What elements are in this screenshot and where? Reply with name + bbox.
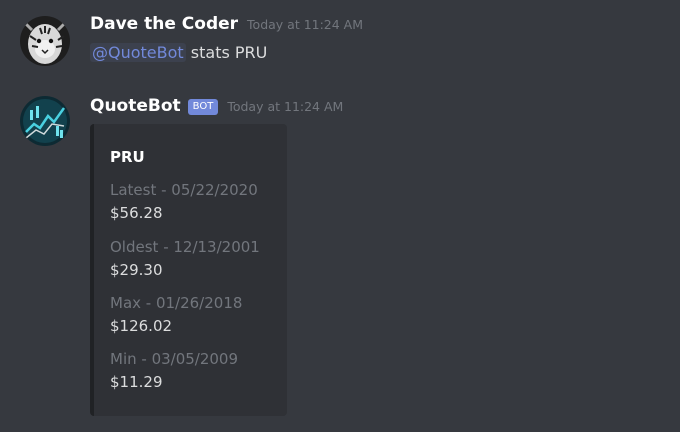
stock-chart-avatar-icon xyxy=(20,96,70,146)
chat-messages: Dave the Coder Today at 11:24 AM @QuoteB… xyxy=(0,0,680,432)
bot-tag: BOT xyxy=(187,99,219,115)
bot-avatar[interactable] xyxy=(20,96,70,146)
field-name: Latest - 05/22/2020 xyxy=(110,181,258,199)
field-name: Oldest - 12/13/2001 xyxy=(110,238,260,256)
field-value: $29.30 xyxy=(110,261,163,279)
field-name: Min - 03/05/2009 xyxy=(110,350,239,368)
timestamp: Today at 11:24 AM xyxy=(227,99,344,114)
field-value: $56.28 xyxy=(110,204,163,222)
field-name: Max - 01/26/2018 xyxy=(110,294,243,312)
username[interactable]: QuoteBot xyxy=(90,96,181,116)
embed-field-max: Max - 01/26/2018 $126.02 xyxy=(110,293,242,336)
message-quotebot: QuoteBot BOT Today at 11:24 AM PRU Lates… xyxy=(0,0,680,432)
embed-field-min: Min - 03/05/2009 $11.29 xyxy=(110,349,238,392)
embed-field-oldest: Oldest - 12/13/2001 $29.30 xyxy=(110,237,260,280)
embed-field-latest: Latest - 05/22/2020 $56.28 xyxy=(110,180,258,223)
stats-embed: PRU Latest - 05/22/2020 $56.28 Oldest - … xyxy=(90,124,287,416)
message-header: QuoteBot BOT Today at 11:24 AM xyxy=(90,96,343,117)
field-value: $11.29 xyxy=(110,373,163,391)
embed-title: PRU xyxy=(110,148,145,166)
field-value: $126.02 xyxy=(110,317,173,335)
